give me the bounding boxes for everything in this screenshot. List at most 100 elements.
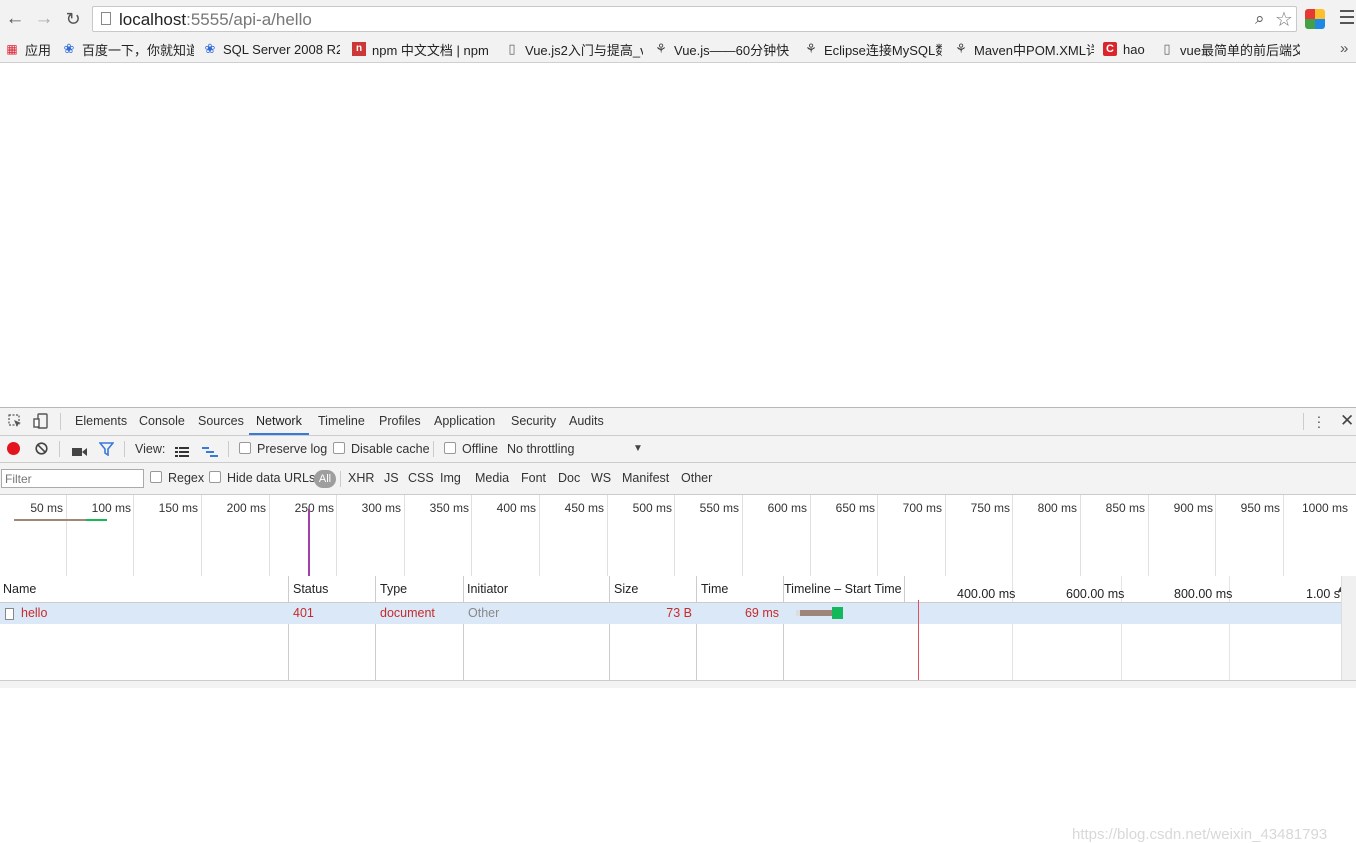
overview-gridline <box>607 495 608 576</box>
cell-status: 401 <box>293 606 314 620</box>
bookmark-item[interactable]: ⚘ Eclipse连接MySQL数 <box>804 40 942 58</box>
table-row[interactable]: hello 401 document Other 73 B 69 ms <box>0 603 1341 624</box>
large-rows-icon[interactable] <box>175 444 189 457</box>
regex-checkbox[interactable]: Regex <box>150 463 204 494</box>
overview-tick-label: 350 ms <box>429 501 469 515</box>
filter-input[interactable] <box>1 469 144 488</box>
extension-icon[interactable] <box>1305 9 1325 29</box>
record-icon[interactable] <box>7 442 20 455</box>
tab-elements[interactable]: Elements <box>75 408 127 435</box>
tab-security[interactable]: Security <box>511 408 556 435</box>
type-filter-manifest[interactable]: Manifest <box>622 463 669 494</box>
overview-gridline <box>1080 495 1081 576</box>
tab-sources[interactable]: Sources <box>198 408 244 435</box>
overview-gridline <box>674 495 675 576</box>
filter-funnel-icon[interactable] <box>98 442 115 457</box>
type-filter-xhr[interactable]: XHR <box>348 463 374 494</box>
hide-data-urls-checkbox[interactable]: Hide data URLs <box>209 463 315 494</box>
bookmark-item[interactable]: ❀ SQL Server 2008 R2 <box>203 40 340 58</box>
type-filter-all[interactable]: All <box>314 470 336 488</box>
screenshot-camera-icon[interactable] <box>72 444 87 456</box>
network-filter-bar: Regex Hide data URLs All XHR JS CSS Img … <box>0 463 1356 495</box>
column-divider[interactable] <box>696 576 697 680</box>
column-header-name[interactable]: Name <box>3 576 36 602</box>
type-filter-ws[interactable]: WS <box>591 463 611 494</box>
column-divider[interactable] <box>375 576 376 680</box>
network-overview[interactable]: 50 ms 100 ms 150 ms 200 ms 250 ms 300 ms… <box>0 495 1356 577</box>
cell-initiator: Other <box>468 606 500 620</box>
back-icon[interactable]: ← <box>4 8 26 30</box>
menu-icon[interactable] <box>1340 10 1354 28</box>
device-toolbar-icon[interactable] <box>33 413 49 429</box>
overview-gridline <box>471 495 472 576</box>
page-icon: ▯ <box>508 41 516 56</box>
bookmark-item[interactable]: ⚘ Maven中POM.XML详 <box>954 40 1094 58</box>
column-divider[interactable] <box>463 576 464 680</box>
address-bar[interactable]: localhost:5555/api-a/hello ⌕ ☆ <box>92 6 1297 32</box>
inspect-element-icon[interactable] <box>8 414 22 428</box>
close-devtools-icon[interactable]: ✕ <box>1340 411 1354 431</box>
tab-application[interactable]: Application <box>434 408 495 435</box>
zoom-icon[interactable]: ⌕ <box>1255 9 1265 29</box>
overview-tick-label: 700 ms <box>902 501 942 515</box>
divider <box>228 441 229 457</box>
divider <box>60 413 61 430</box>
tab-profiles[interactable]: Profiles <box>379 408 421 435</box>
reload-icon[interactable]: ↻ <box>62 8 84 30</box>
type-filter-js[interactable]: JS <box>384 463 399 494</box>
url-text[interactable]: localhost:5555/api-a/hello <box>119 10 312 30</box>
overview-gridline <box>201 495 202 576</box>
type-filter-img[interactable]: Img <box>440 463 461 494</box>
column-divider[interactable] <box>904 576 905 602</box>
overview-tick-label: 150 ms <box>158 501 198 515</box>
tab-console[interactable]: Console <box>139 408 185 435</box>
column-header-time[interactable]: Time <box>701 576 728 602</box>
bookmark-item[interactable]: ▯ vue最简单的前后端交 <box>1160 40 1300 58</box>
overview-tick-label: 300 ms <box>361 501 401 515</box>
type-filter-css[interactable]: CSS <box>408 463 434 494</box>
overview-gridline <box>404 495 405 576</box>
tab-network[interactable]: Network <box>249 408 309 435</box>
vertical-scrollbar[interactable] <box>1341 576 1356 680</box>
type-filter-font[interactable]: Font <box>521 463 546 494</box>
overview-gridline <box>336 495 337 576</box>
bookmark-item[interactable]: ⚘ Vue.js——60分钟快 <box>654 40 792 58</box>
star-icon[interactable]: ☆ <box>1275 7 1293 32</box>
type-filter-media[interactable]: Media <box>475 463 509 494</box>
column-divider[interactable] <box>288 576 289 680</box>
type-filter-doc[interactable]: Doc <box>558 463 580 494</box>
forward-icon[interactable]: → <box>33 8 55 30</box>
overview-waterfall-icon[interactable] <box>202 444 218 457</box>
bookmark-item[interactable]: ▯ Vue.js2入门与提高_vu <box>505 40 643 58</box>
column-header-status[interactable]: Status <box>293 576 328 602</box>
tab-audits[interactable]: Audits <box>569 408 604 435</box>
load-event-marker <box>308 509 310 576</box>
divider <box>340 471 341 487</box>
type-filter-other[interactable]: Other <box>681 463 712 494</box>
column-divider[interactable] <box>609 576 610 680</box>
column-header-type[interactable]: Type <box>380 576 407 602</box>
column-header-timeline[interactable]: Timeline – Start Time <box>784 576 902 602</box>
bookmark-item[interactable]: ❀ 百度一下，你就知道 <box>62 40 194 58</box>
column-header-size[interactable]: Size <box>614 576 638 602</box>
overview-tick-label: 450 ms <box>564 501 604 515</box>
bookmark-apps[interactable]: ▦ 应用 <box>5 40 57 58</box>
tab-timeline[interactable]: Timeline <box>318 408 365 435</box>
bookmark-item[interactable]: Chao <box>1103 40 1153 58</box>
bookmarks-more-icon[interactable]: » <box>1340 40 1348 57</box>
overview-gridline <box>1283 495 1284 576</box>
overview-gridline <box>1148 495 1149 576</box>
browser-toolbar: ← → ↻ localhost:5555/api-a/hello ⌕ ☆ <box>0 0 1356 38</box>
throttling-select[interactable]: No throttling ▼ <box>507 436 644 462</box>
overview-gridline <box>742 495 743 576</box>
disable-cache-checkbox[interactable]: Disable cache <box>333 436 430 462</box>
clear-icon[interactable] <box>35 442 48 455</box>
column-header-initiator[interactable]: Initiator <box>467 576 508 602</box>
bookmark-item[interactable]: n npm 中文文档 | npm <box>352 40 492 58</box>
overview-tick-label: 800 ms <box>1037 501 1077 515</box>
preserve-log-checkbox[interactable]: Preserve log <box>239 436 327 462</box>
cell-name[interactable]: hello <box>21 603 47 624</box>
load-event-line <box>918 600 919 680</box>
offline-checkbox[interactable]: Offline <box>444 436 498 462</box>
more-options-icon[interactable]: · · · <box>1316 409 1322 433</box>
